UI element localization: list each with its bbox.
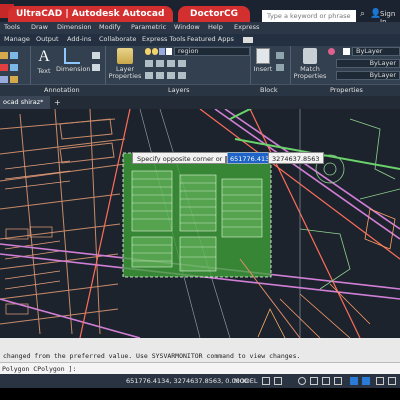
tab-collaborate[interactable]: Collaborate <box>99 35 136 43</box>
lineweight-icon[interactable] <box>350 377 358 385</box>
color-icon[interactable] <box>328 48 335 55</box>
title-bar: UltraCAD | Autodesk Autocad Tutorials Do… <box>0 0 400 35</box>
create-block-icon[interactable] <box>276 52 284 59</box>
menu-express[interactable]: Express <box>234 23 259 31</box>
text-button[interactable]: A Text <box>34 48 54 75</box>
leader-icon[interactable] <box>92 52 100 59</box>
menu-dimension[interactable]: Dimension <box>57 23 92 31</box>
dropdown-icon[interactable] <box>286 378 292 384</box>
layers-panel-title[interactable]: Layers <box>168 86 190 94</box>
edit-block-icon[interactable] <box>276 64 284 71</box>
lock-icon[interactable] <box>159 48 165 55</box>
layer-tool-7-icon[interactable] <box>167 72 175 79</box>
new-tab-button[interactable]: + <box>54 98 61 107</box>
match-properties-icon <box>303 48 317 64</box>
tab-add-ins[interactable]: Add-ins <box>67 35 91 43</box>
osnap-icon[interactable] <box>322 377 330 385</box>
layer-properties-button[interactable]: Layer Properties <box>108 48 142 80</box>
text-icon: A <box>38 48 50 65</box>
menu-help[interactable]: Help <box>208 23 223 31</box>
menu-tools[interactable]: Tools <box>4 23 20 31</box>
annotation-panel-title[interactable]: Annotation <box>44 86 80 94</box>
sun-icon[interactable] <box>152 48 158 55</box>
author-banner: DoctorCG <box>178 6 250 22</box>
polar-icon[interactable] <box>310 377 318 385</box>
customization-icon[interactable] <box>376 377 384 385</box>
copy-icon[interactable] <box>10 64 18 71</box>
grid-icon[interactable] <box>262 377 270 385</box>
document-tab[interactable]: ocad shiraz* <box>0 96 50 109</box>
layer-tool-1-icon[interactable] <box>145 60 153 67</box>
search-input[interactable]: Type a keyword or phrase <box>262 10 356 22</box>
cad-drawing <box>0 109 400 338</box>
menu-parametric[interactable]: Parametric <box>131 23 166 31</box>
layer-tool-8-icon[interactable] <box>178 72 186 79</box>
lineweight-dropdown[interactable]: ByLayer <box>336 71 400 80</box>
layer-dropdown[interactable]: region <box>174 47 250 56</box>
move-icon[interactable] <box>0 76 8 83</box>
tab-output[interactable]: Output <box>36 35 59 43</box>
prompt-tooltip: Specify opposite corner or <box>132 152 239 164</box>
layer-tool-3-icon[interactable] <box>167 60 175 67</box>
block-panel-title[interactable]: Block <box>260 86 278 94</box>
dimension-button[interactable]: Dimension <box>56 48 91 73</box>
tab-express-tools[interactable]: Express Tools <box>142 35 185 43</box>
color-dropdown[interactable]: ByLayer <box>352 47 400 56</box>
cursor-coordinates: 651776.4134, 3274637.8563, 0.0000 <box>126 377 248 385</box>
layer-properties-icon <box>117 48 133 64</box>
color-swatch-icon[interactable] <box>166 48 172 55</box>
erase-icon[interactable] <box>0 64 8 71</box>
layer-tool-5-icon[interactable] <box>145 72 153 79</box>
dimension-icon <box>64 48 80 64</box>
selection-cycling-icon[interactable] <box>362 377 370 385</box>
channel-banner: UltraCAD | Autodesk Autocad Tutorials <box>8 6 173 35</box>
scale-icon[interactable] <box>10 76 18 83</box>
lightbulb-icon[interactable] <box>145 48 151 55</box>
tab-featured-apps[interactable]: Featured Apps <box>187 35 234 43</box>
properties-panel-title[interactable]: Properties <box>330 86 363 94</box>
ribbon-tabs: Manage Output Add-ins Collaborate Expres… <box>0 34 400 46</box>
modify-tool-icon[interactable] <box>0 52 8 59</box>
tab-manage[interactable]: Manage <box>4 35 30 43</box>
layer-tool-2-icon[interactable] <box>156 60 164 67</box>
table-icon[interactable] <box>92 64 100 71</box>
menu-window[interactable]: Window <box>174 23 200 31</box>
tab-overflow-icon[interactable] <box>243 37 253 43</box>
insert-block-icon <box>256 48 270 64</box>
menu-bar: Tools Draw Dimension Modify Parametric W… <box>0 22 400 34</box>
coord-y-input[interactable]: 3274637.8563 <box>268 152 324 164</box>
ortho-icon[interactable] <box>298 377 306 385</box>
menu-draw[interactable]: Draw <box>31 23 48 31</box>
bylayer-swatch-icon[interactable] <box>343 48 350 55</box>
command-history-line: changed from the preferred value. Use SY… <box>3 352 301 360</box>
command-line-input[interactable]: Polygon CPolygon ]: <box>0 362 400 374</box>
letterbox-bottom <box>0 388 400 400</box>
rotate-icon[interactable] <box>10 52 18 59</box>
search-icon[interactable]: ⌕ <box>360 9 365 19</box>
model-space-button[interactable]: MODEL <box>234 377 257 385</box>
match-properties-button[interactable]: Match Properties <box>292 48 328 80</box>
snap-icon[interactable] <box>274 377 282 385</box>
drawing-canvas[interactable] <box>0 109 400 338</box>
linetype-dropdown[interactable]: ByLayer <box>336 59 400 68</box>
status-bar: 651776.4134, 3274637.8563, 0.0000 MODEL <box>0 374 400 388</box>
menu-icon[interactable] <box>388 377 396 385</box>
menu-modify[interactable]: Modify <box>99 23 121 31</box>
otrack-icon[interactable] <box>334 377 342 385</box>
layer-tool-4-icon[interactable] <box>178 60 186 67</box>
layer-tool-6-icon[interactable] <box>156 72 164 79</box>
insert-button[interactable]: Insert <box>252 48 274 73</box>
command-history: changed from the preferred value. Use SY… <box>0 338 400 362</box>
